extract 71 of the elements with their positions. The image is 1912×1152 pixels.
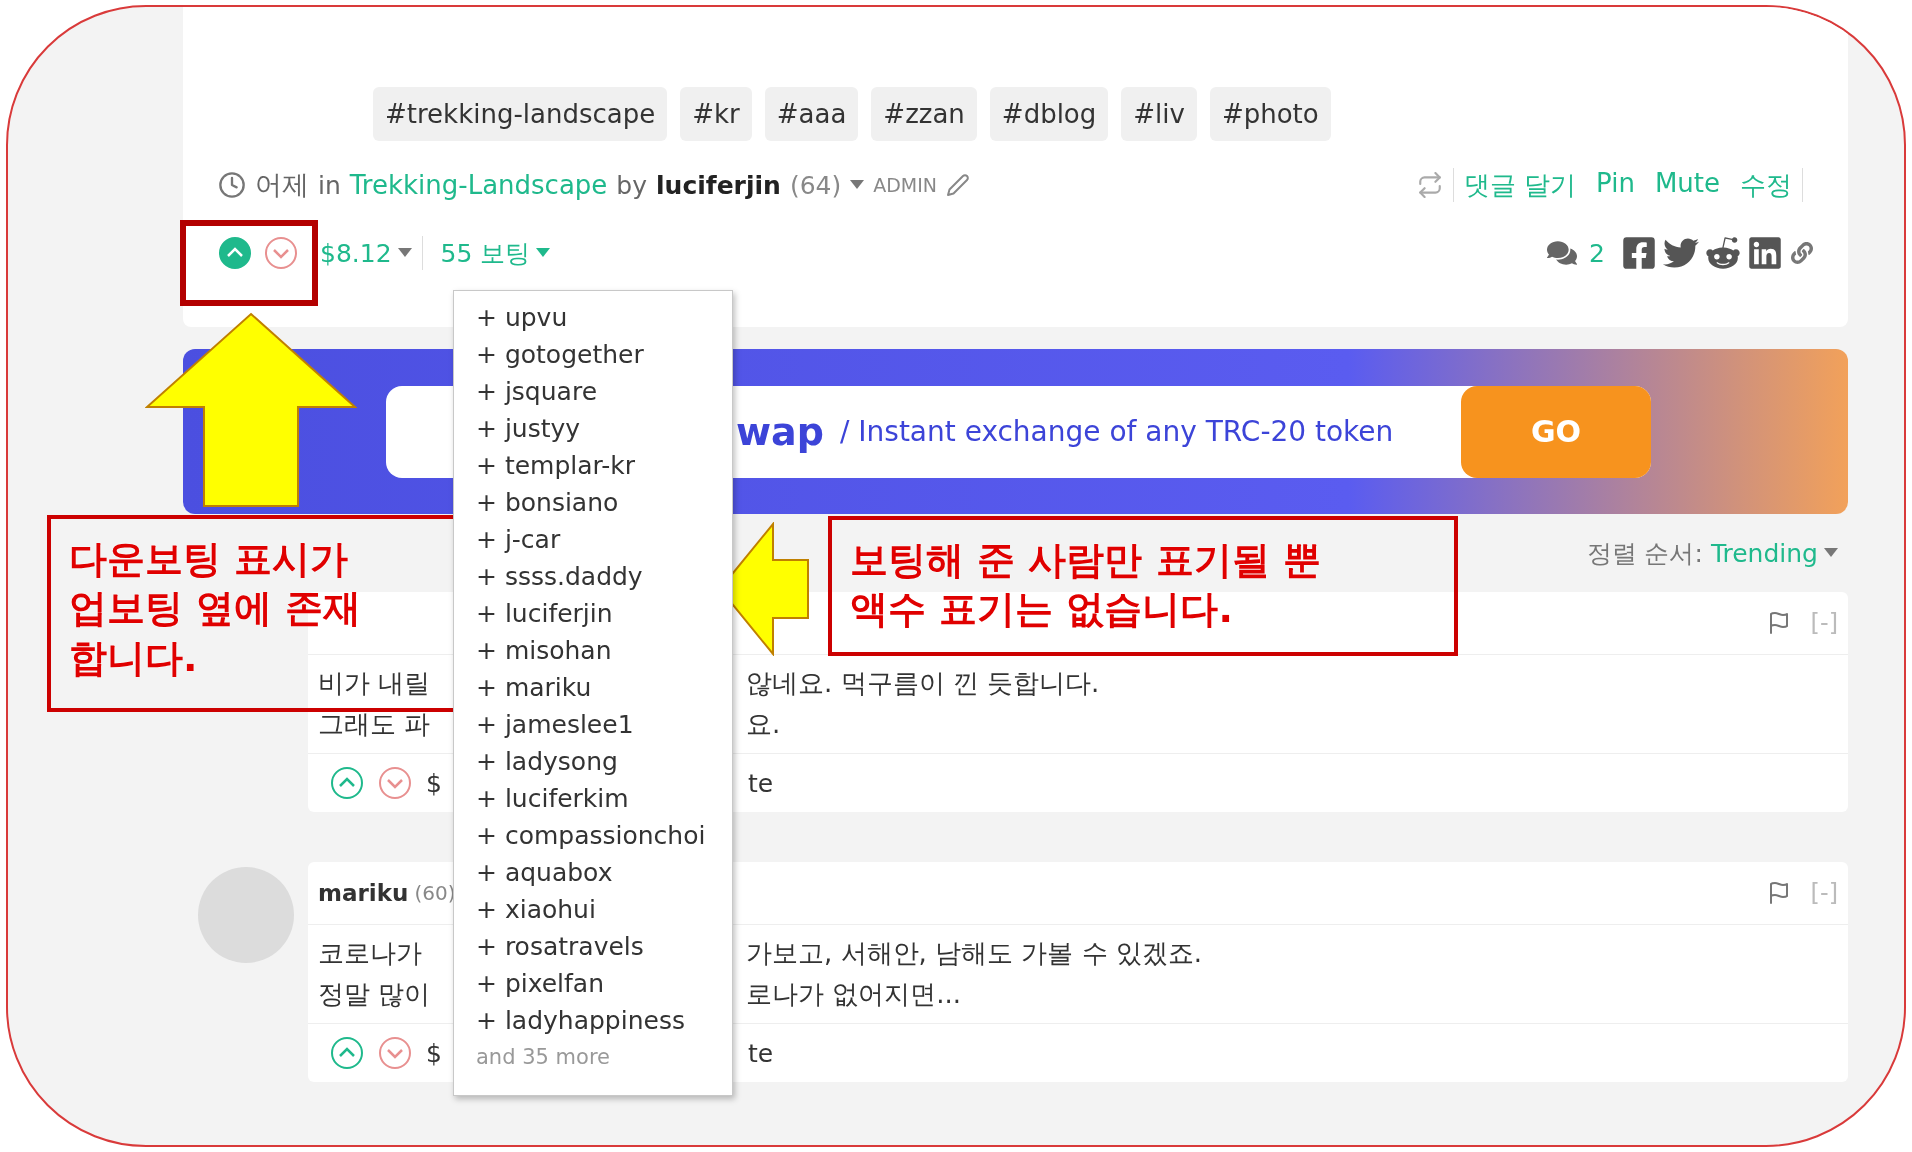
by-label: by — [616, 170, 648, 200]
tag[interactable]: #photo — [1209, 87, 1331, 141]
voter-item[interactable]: + j-car — [476, 521, 732, 558]
sort-label: 정렬 순서: — [1586, 537, 1703, 570]
voter-item[interactable]: + jameslee1 — [476, 706, 732, 743]
twitter-icon[interactable] — [1663, 235, 1699, 271]
voter-item[interactable]: + aquabox — [476, 854, 732, 891]
voter-item[interactable]: + upvu — [476, 299, 732, 336]
voter-item[interactable]: + gotogether — [476, 336, 732, 373]
tag[interactable]: #dblog — [989, 87, 1109, 141]
voter-item[interactable]: + luciferjin — [476, 595, 732, 632]
comment-text: 않네요. 먹구름이 낀 듯합니다. — [746, 667, 1100, 700]
tag[interactable]: #aaa — [764, 87, 859, 141]
voter-item[interactable]: + xiaohui — [476, 891, 732, 928]
pencil-icon[interactable] — [946, 173, 971, 197]
voter-item[interactable]: + pixelfan — [476, 965, 732, 1002]
author-name[interactable]: luciferjin — [656, 170, 781, 200]
banner-title: wap — [736, 409, 824, 454]
clock-icon — [218, 171, 246, 199]
tag[interactable]: #trekking-landscape — [373, 87, 668, 141]
voter-item[interactable]: + ssss.daddy — [476, 558, 732, 595]
voter-item[interactable]: + bonsiano — [476, 484, 732, 521]
comment-text: 비가 내릴 — [318, 667, 431, 700]
downvote-button[interactable] — [264, 236, 298, 270]
facebook-icon[interactable] — [1621, 235, 1657, 271]
voter-item[interactable]: + justyy — [476, 410, 732, 447]
upvote-button[interactable] — [218, 236, 252, 270]
caret-icon — [1824, 548, 1838, 558]
tag[interactable]: #liv — [1121, 87, 1197, 141]
upvote-button[interactable] — [330, 766, 364, 800]
more-voters: and 35 more — [476, 1045, 611, 1069]
voter-item[interactable]: + ladyhappiness — [476, 1002, 732, 1039]
banner-tagline: / Instant exchange of any TRC-20 token — [839, 415, 1395, 448]
caret-icon — [397, 248, 412, 258]
reputation: (60) — [414, 881, 456, 905]
voter-item[interactable]: + templar-kr — [476, 447, 732, 484]
footer-text: te — [748, 1038, 774, 1068]
in-label: in — [318, 170, 341, 200]
comment-text: 로나가 없어지면... — [746, 978, 962, 1011]
voter-item[interactable]: + misohan — [476, 632, 732, 669]
comment-author[interactable]: mariku — [318, 880, 409, 906]
voter-item[interactable]: + rosatravels — [476, 928, 732, 965]
comment-text: 요. — [746, 708, 781, 741]
link-icon[interactable] — [1791, 242, 1813, 264]
comment-text: 정말 많이 — [318, 978, 431, 1011]
caret-icon — [850, 180, 865, 190]
post-time: 어제 — [255, 168, 309, 202]
voter-item[interactable]: + compassionchoi — [476, 817, 732, 854]
payout-amount: $ — [426, 1038, 442, 1068]
footer-text: te — [748, 768, 774, 798]
annotation-note: 보팅해 준 사람만 표기될 뿐 액수 표기는 없습니다. — [828, 516, 1458, 656]
downvote-button[interactable] — [378, 766, 412, 800]
payout-amount: $ — [426, 768, 442, 798]
voter-item[interactable]: + mariku — [476, 669, 732, 706]
caret-icon — [536, 248, 551, 258]
comment-text: 가보고, 서해안, 남해도 가볼 수 있겠죠. — [746, 937, 1203, 970]
reddit-icon[interactable] — [1705, 235, 1741, 271]
voter-item[interactable]: + ladysong — [476, 743, 732, 780]
comments-icon[interactable] — [1547, 238, 1578, 268]
downvote-button[interactable] — [378, 1036, 412, 1070]
upvote-button[interactable] — [330, 1036, 364, 1070]
voter-item[interactable]: + jsquare — [476, 373, 732, 410]
tag[interactable]: #kr — [680, 87, 752, 141]
linkedin-icon[interactable] — [1747, 235, 1783, 271]
reputation: (64) — [789, 170, 842, 200]
comment-count: 2 — [1589, 238, 1605, 268]
repost-icon[interactable] — [1416, 172, 1443, 198]
role-label: ADMIN — [873, 174, 938, 196]
voter-item[interactable]: + luciferkim — [476, 780, 732, 817]
tag[interactable]: #zzan — [871, 87, 977, 141]
comment-text: 코로나가 — [318, 937, 422, 970]
